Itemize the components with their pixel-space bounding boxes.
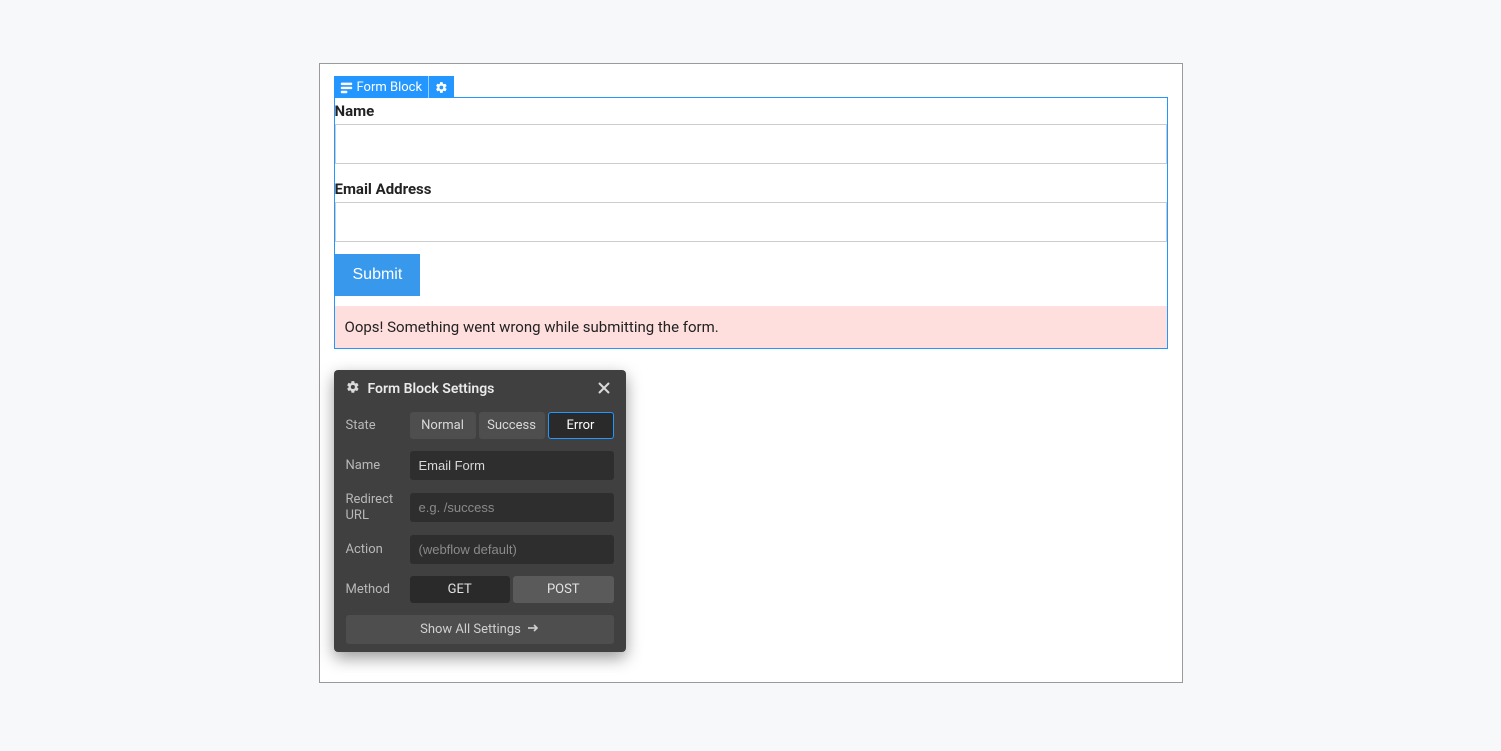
settings-name-input[interactable]	[410, 451, 614, 480]
show-all-settings-button[interactable]: Show All Settings	[346, 615, 614, 644]
popover-title: Form Block Settings	[360, 381, 596, 397]
state-option-error[interactable]: Error	[548, 412, 614, 439]
state-option-success[interactable]: Success	[479, 412, 545, 439]
method-option-get[interactable]: GET	[410, 576, 511, 603]
selection-label: Form Block	[353, 80, 423, 95]
form-error-message: Oops! Something went wrong while submitt…	[335, 306, 1167, 348]
state-label: State	[346, 418, 410, 434]
arrow-right-icon	[527, 622, 539, 637]
email-label: Email Address	[335, 176, 1167, 202]
popover-header: Form Block Settings	[334, 370, 626, 406]
name-label: Name	[335, 98, 1167, 124]
state-options: Normal Success Error	[410, 412, 614, 439]
redirect-label: Redirect URL	[346, 492, 410, 523]
name-row: Name	[334, 445, 626, 486]
method-label: Method	[346, 582, 410, 598]
selection-tag[interactable]: Form Block	[334, 76, 455, 98]
gear-icon	[435, 81, 448, 94]
canvas: Form Block Name Email Address Submit Oop…	[319, 63, 1183, 683]
method-row: Method GET POST	[334, 570, 626, 609]
email-input[interactable]	[335, 202, 1167, 242]
settings-name-label: Name	[346, 458, 410, 474]
gear-icon	[346, 380, 360, 398]
close-icon	[596, 385, 612, 400]
form-settings-popover: Form Block Settings State Normal Success…	[334, 370, 626, 652]
action-row: Action	[334, 529, 626, 570]
action-input[interactable]	[410, 535, 614, 564]
close-button[interactable]	[596, 380, 614, 398]
form-block[interactable]: Name Email Address Submit Oops! Somethin…	[334, 97, 1168, 349]
show-all-label: Show All Settings	[420, 622, 521, 637]
submit-button[interactable]: Submit	[335, 254, 421, 296]
state-row: State Normal Success Error	[334, 406, 626, 445]
redirect-row: Redirect URL	[334, 486, 626, 529]
method-options: GET POST	[410, 576, 614, 603]
state-option-normal[interactable]: Normal	[410, 412, 476, 439]
selection-settings-button[interactable]	[428, 76, 454, 98]
form-block-icon	[340, 81, 353, 94]
method-option-post[interactable]: POST	[513, 576, 614, 603]
redirect-input[interactable]	[410, 493, 614, 522]
name-input[interactable]	[335, 124, 1167, 164]
selection-tag-main[interactable]: Form Block	[334, 76, 429, 98]
action-label: Action	[346, 542, 410, 558]
